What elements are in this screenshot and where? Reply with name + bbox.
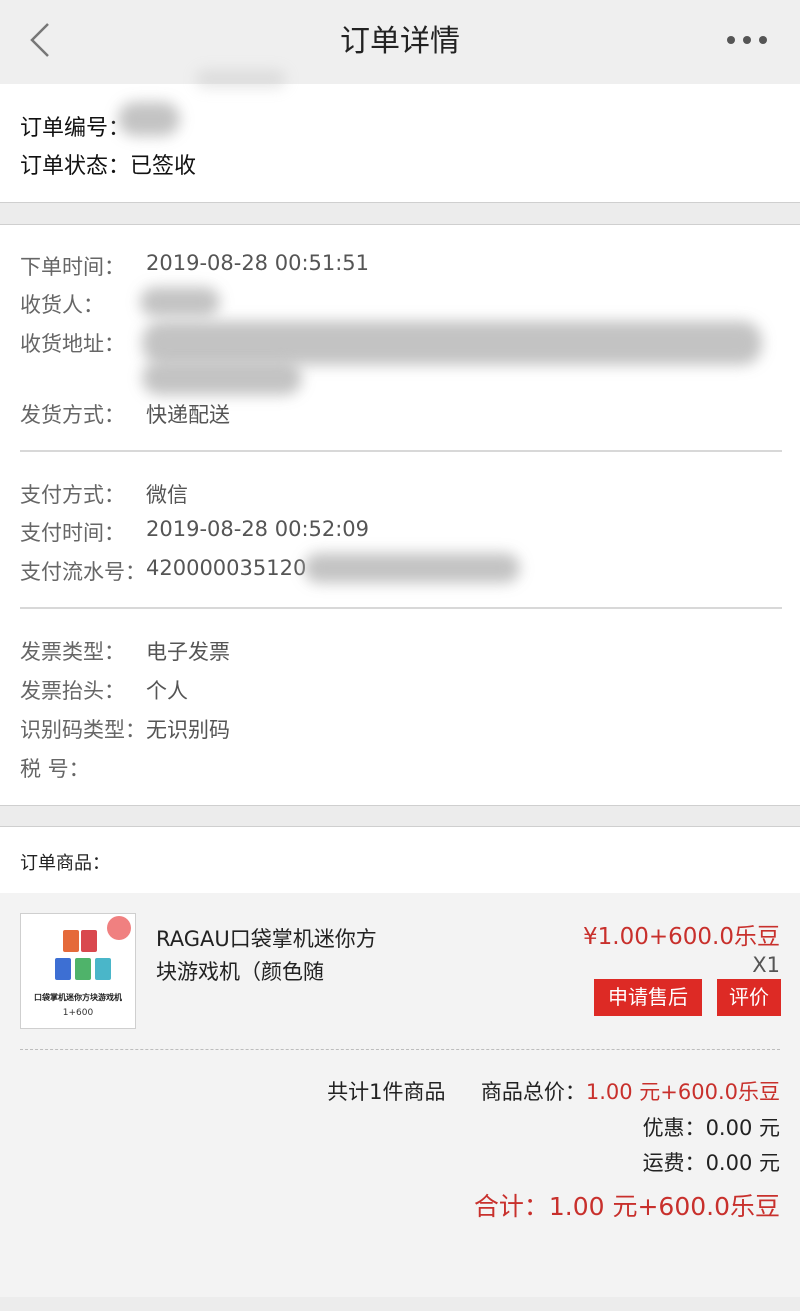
- discount-line: 优惠：0.00 元: [643, 1112, 780, 1142]
- pay-serial-label: 支付流水号：: [20, 560, 146, 584]
- freight-label: 运费：: [642, 1151, 706, 1175]
- grand-total-value: 1.00 元+600.0乐豆: [548, 1192, 780, 1221]
- id-code-type-row: 识别码类型： 无识别码: [20, 714, 230, 744]
- order-goods-card: 订单商品： 口袋掌机迷你方块游戏机 1+600 RAGAU口袋掌机迷你方块游戏机…: [0, 826, 800, 1297]
- order-time-label: 下单时间：: [20, 255, 125, 279]
- invoice-title-label: 发票抬头：: [20, 679, 125, 703]
- order-time-row: 下单时间： 2019-08-28 00:51:51: [20, 251, 369, 281]
- order-number-label: 订单编号：: [20, 116, 131, 141]
- shipping-method-label: 发货方式：: [20, 403, 125, 427]
- goods-total-line: 共计1件商品 商品总价：1.00 元+600.0乐豆: [327, 1076, 780, 1106]
- order-status: 订单状态：已签收: [20, 148, 196, 180]
- pay-method-label: 支付方式：: [20, 483, 125, 507]
- goods-count: 共计1件商品: [327, 1080, 446, 1104]
- pay-serial-row: 支付流水号： 420000035120: [20, 556, 306, 586]
- redacted-smudge: [196, 70, 286, 88]
- freight-value: 0.00 元: [705, 1151, 780, 1175]
- invoice-title-row: 发票抬头： 个人: [20, 675, 188, 705]
- freight-line: 运费：0.00 元: [643, 1147, 780, 1177]
- redacted-receiver: [140, 287, 220, 317]
- grand-total-line: 合计：1.00 元+600.0乐豆: [474, 1187, 780, 1223]
- goods-section-label: 订单商品：: [20, 853, 110, 874]
- product-thumbnail[interactable]: 口袋掌机迷你方块游戏机 1+600: [20, 913, 136, 1029]
- product-image-caption: 口袋掌机迷你方块游戏机: [34, 993, 122, 1002]
- redacted-address: [142, 321, 762, 365]
- redacted-pay-serial: [304, 553, 520, 583]
- pay-time-value: 2019-08-28 00:52:09: [146, 517, 370, 541]
- shipping-method-row: 发货方式： 快递配送: [20, 399, 230, 429]
- receiver-row: 收货人：: [20, 289, 104, 319]
- order-status-label: 订单状态：: [20, 154, 131, 179]
- top-bar: 订单详情: [0, 0, 800, 84]
- grand-total-label: 合计：: [473, 1192, 549, 1221]
- invoice-type-label: 发票类型：: [20, 640, 125, 664]
- invoice-type-row: 发票类型： 电子发票: [20, 636, 230, 666]
- after-sale-button[interactable]: 申请售后: [594, 979, 702, 1016]
- goods-header: 订单商品：: [0, 827, 800, 893]
- redacted-order-number: [118, 102, 180, 136]
- pay-time-label: 支付时间：: [20, 521, 125, 545]
- page-title: 订单详情: [340, 24, 460, 59]
- tax-number-row: 税 号：: [20, 753, 90, 783]
- invoice-title-value: 个人: [146, 679, 188, 703]
- product-image-price: 1+600: [62, 1008, 94, 1018]
- more-options-icon[interactable]: [722, 28, 772, 52]
- divider: [20, 607, 782, 609]
- order-time-value: 2019-08-28 00:51:51: [146, 251, 370, 275]
- id-code-type-label: 识别码类型：: [20, 718, 146, 742]
- review-button[interactable]: 评价: [717, 979, 781, 1016]
- order-status-card: 订单编号： 订单状态：已签收: [0, 70, 800, 203]
- product-price: ¥1.00+600.0乐豆: [583, 924, 780, 950]
- order-status-value: 已签收: [130, 154, 197, 179]
- product-name[interactable]: RAGAU口袋掌机迷你方块游戏机（颜色随: [156, 923, 386, 989]
- order-info-card: 下单时间： 2019-08-28 00:51:51 收货人： 收货地址： 发货方…: [0, 224, 800, 806]
- pay-method-row: 支付方式： 微信: [20, 479, 188, 509]
- pay-serial-value: 420000035120: [146, 556, 307, 580]
- discount-value: 0.00 元: [705, 1116, 780, 1140]
- product-quantity: X1: [752, 953, 780, 977]
- redacted-address-line2: [142, 361, 302, 395]
- pay-time-row: 支付时间： 2019-08-28 00:52:09: [20, 517, 369, 547]
- address-row: 收货地址：: [20, 328, 125, 358]
- order-number: 订单编号：: [20, 110, 130, 142]
- receiver-label: 收货人：: [20, 293, 104, 317]
- goods-total-label: 商品总价：: [480, 1080, 586, 1104]
- pay-method-value: 微信: [146, 483, 188, 507]
- divider: [20, 450, 782, 452]
- dashed-divider: [20, 1049, 780, 1050]
- discount-label: 优惠：: [642, 1116, 706, 1140]
- address-label: 收货地址：: [20, 332, 125, 356]
- id-code-type-value: 无识别码: [146, 718, 230, 742]
- goods-total-value: 1.00 元+600.0乐豆: [585, 1080, 780, 1104]
- shipping-method-value: 快递配送: [146, 403, 230, 427]
- tax-number-label: 税 号：: [20, 757, 90, 781]
- invoice-type-value: 电子发票: [146, 640, 230, 664]
